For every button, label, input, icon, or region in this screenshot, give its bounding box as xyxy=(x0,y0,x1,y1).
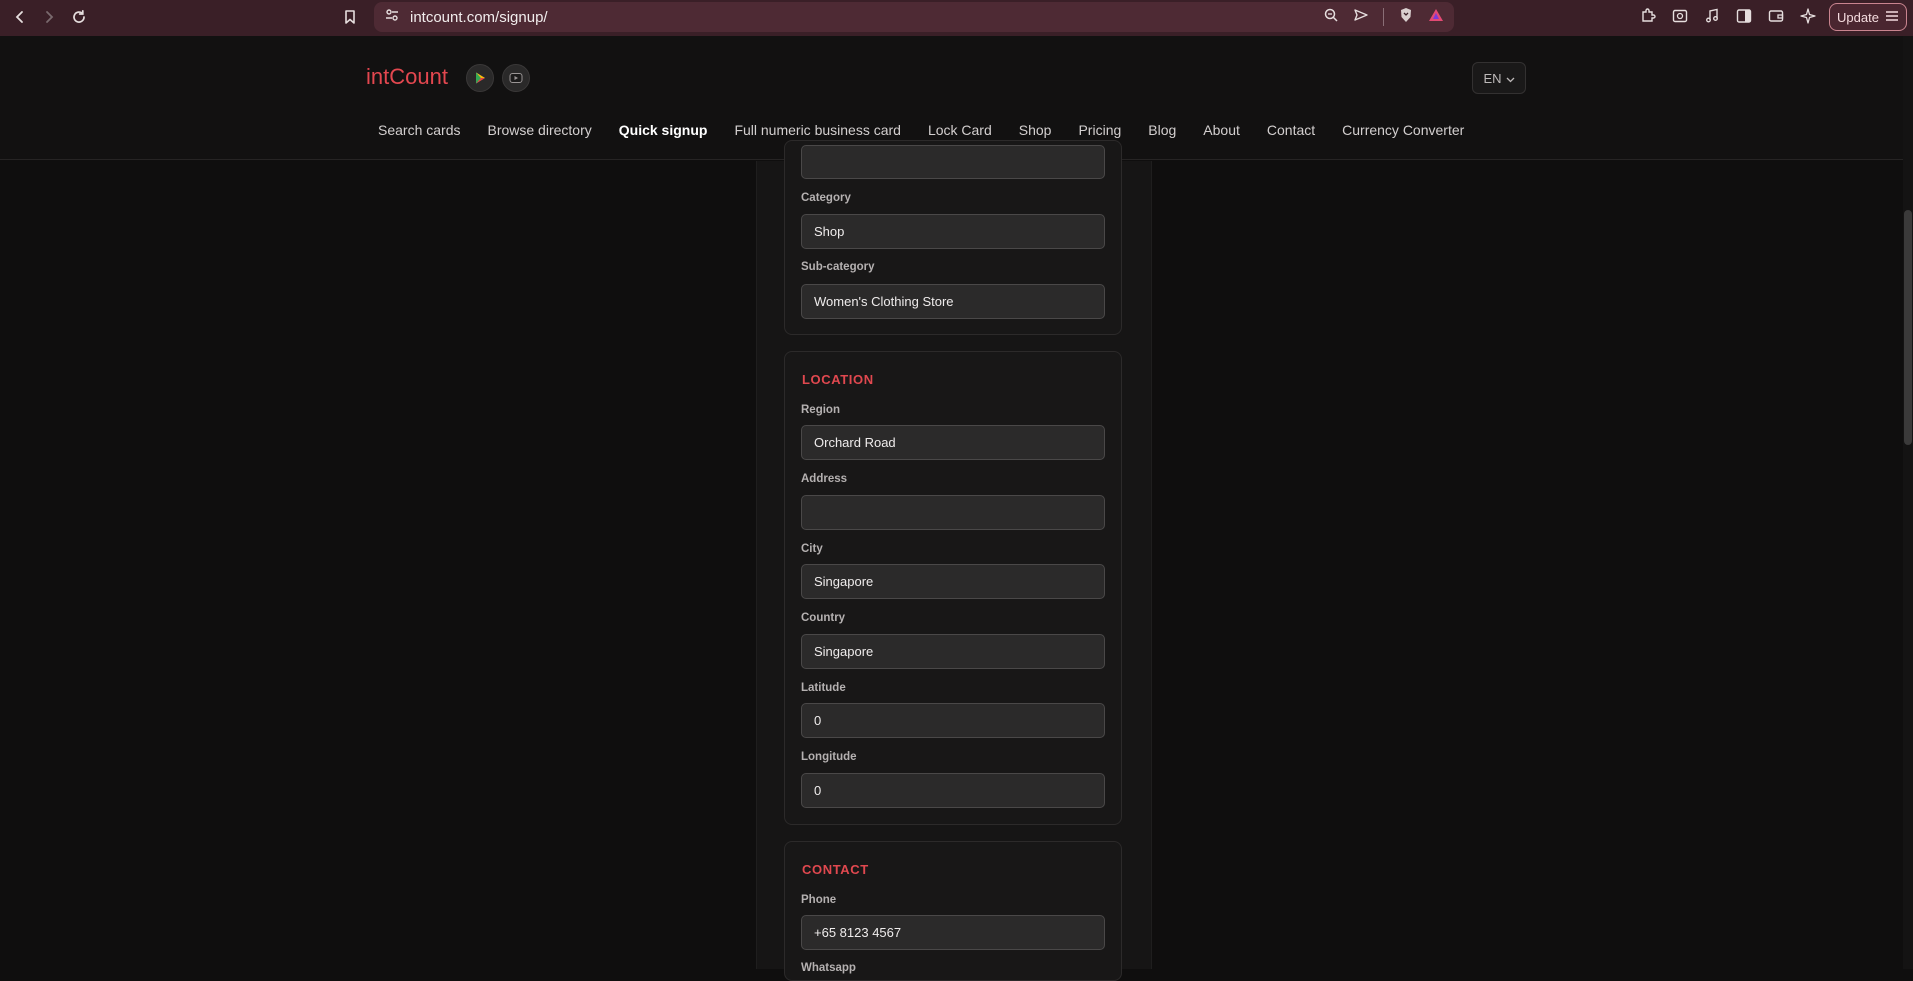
address-field[interactable] xyxy=(801,495,1105,530)
nav-about[interactable]: About xyxy=(1203,122,1240,138)
brave-shield-icon[interactable] xyxy=(1398,7,1414,28)
leo-ai-icon[interactable] xyxy=(1799,7,1817,30)
extensions-icon[interactable] xyxy=(1639,7,1657,30)
site-logo[interactable]: intCount xyxy=(366,64,448,90)
brave-rewards-icon[interactable] xyxy=(1428,7,1444,28)
site-info-icon[interactable] xyxy=(384,7,400,28)
nav-search-cards[interactable]: Search cards xyxy=(378,122,460,138)
nav-currency-converter[interactable]: Currency Converter xyxy=(1342,122,1464,138)
phone-label: Phone xyxy=(801,894,837,906)
contact-section-card: CONTACT xyxy=(784,841,1122,981)
subcategory-field[interactable] xyxy=(801,284,1105,319)
language-code: EN xyxy=(1483,70,1502,86)
nav-quick-signup[interactable]: Quick signup xyxy=(619,122,708,138)
city-label: City xyxy=(801,543,823,555)
country-field[interactable] xyxy=(801,634,1105,669)
page-scrollbar-thumb[interactable] xyxy=(1904,210,1912,445)
latitude-label: Latitude xyxy=(801,682,846,694)
page-scrollbar[interactable] xyxy=(1903,36,1913,969)
zoom-icon[interactable] xyxy=(1323,7,1339,28)
sidebar-icon[interactable] xyxy=(1735,7,1753,30)
address-bar[interactable]: intcount.com/signup/ xyxy=(374,2,1454,32)
phone-field[interactable] xyxy=(801,915,1105,950)
whatsapp-label: Whatsapp xyxy=(801,962,856,974)
nav-lock-card[interactable]: Lock Card xyxy=(928,122,992,138)
forward-icon[interactable] xyxy=(35,3,63,31)
address-label: Address xyxy=(801,473,848,485)
region-label: Region xyxy=(801,404,840,416)
category-field[interactable] xyxy=(801,214,1105,249)
media-icon[interactable] xyxy=(1703,7,1721,30)
nav-full-numeric-business-card[interactable]: Full numeric business card xyxy=(734,122,901,138)
screenshot-icon[interactable] xyxy=(1671,7,1689,30)
main-navigation: Search cards Browse directory Quick sign… xyxy=(378,122,1464,138)
business-name-input[interactable] xyxy=(801,145,1105,179)
bookmark-icon[interactable] xyxy=(336,3,364,31)
latitude-field[interactable] xyxy=(801,703,1105,738)
wallet-icon[interactable] xyxy=(1767,7,1785,30)
nav-blog[interactable]: Blog xyxy=(1148,122,1176,138)
chevron-down-icon xyxy=(1506,71,1515,86)
category-label: Category xyxy=(801,192,851,204)
update-label: Update xyxy=(1837,9,1879,25)
google-play-icon[interactable] xyxy=(466,64,494,92)
nav-shop[interactable]: Shop xyxy=(1019,122,1052,138)
longitude-field[interactable] xyxy=(801,773,1105,808)
reload-icon[interactable] xyxy=(65,3,93,31)
contact-section-title: CONTACT xyxy=(802,862,869,877)
nav-contact[interactable]: Contact xyxy=(1267,122,1315,138)
menu-icon xyxy=(1885,10,1899,25)
separator xyxy=(1383,8,1384,26)
youtube-icon[interactable] xyxy=(502,64,530,92)
update-button[interactable]: Update xyxy=(1829,3,1907,31)
nav-browse-directory[interactable]: Browse directory xyxy=(487,122,591,138)
country-label: Country xyxy=(801,612,846,624)
longitude-label: Longitude xyxy=(801,751,857,763)
browser-toolbar: intcount.com/signup/ Update xyxy=(0,0,1913,36)
location-section-title: LOCATION xyxy=(802,372,874,387)
url-text[interactable]: intcount.com/signup/ xyxy=(410,9,548,26)
send-icon[interactable] xyxy=(1353,7,1369,28)
back-icon[interactable] xyxy=(6,3,34,31)
city-field[interactable] xyxy=(801,564,1105,599)
language-selector[interactable]: EN xyxy=(1472,62,1526,94)
region-field[interactable] xyxy=(801,425,1105,460)
nav-pricing[interactable]: Pricing xyxy=(1078,122,1121,138)
subcategory-label: Sub-category xyxy=(801,261,875,273)
